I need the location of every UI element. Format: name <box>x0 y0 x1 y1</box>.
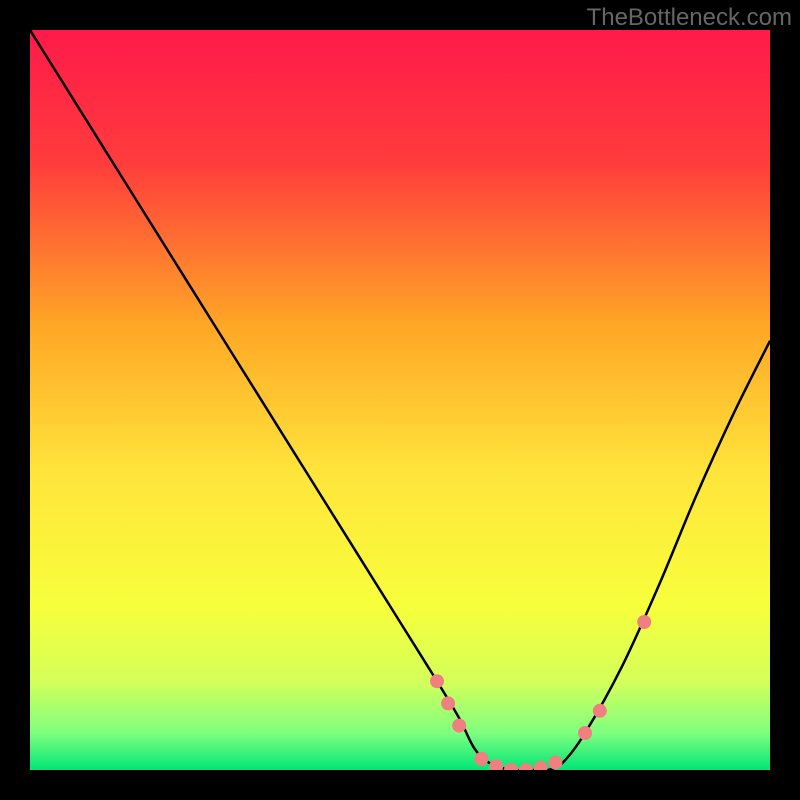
marker-point <box>578 726 592 740</box>
marker-point <box>474 752 488 766</box>
gradient-background <box>30 30 770 770</box>
watermark-text: TheBottleneck.com <box>587 4 792 32</box>
marker-point <box>548 756 562 770</box>
marker-point <box>441 696 455 710</box>
marker-point <box>430 674 444 688</box>
marker-point <box>452 719 466 733</box>
chart-container: TheBottleneck.com <box>0 0 800 800</box>
chart-svg <box>30 30 770 770</box>
marker-point <box>593 704 607 718</box>
plot-area <box>30 30 770 770</box>
marker-point <box>637 615 651 629</box>
